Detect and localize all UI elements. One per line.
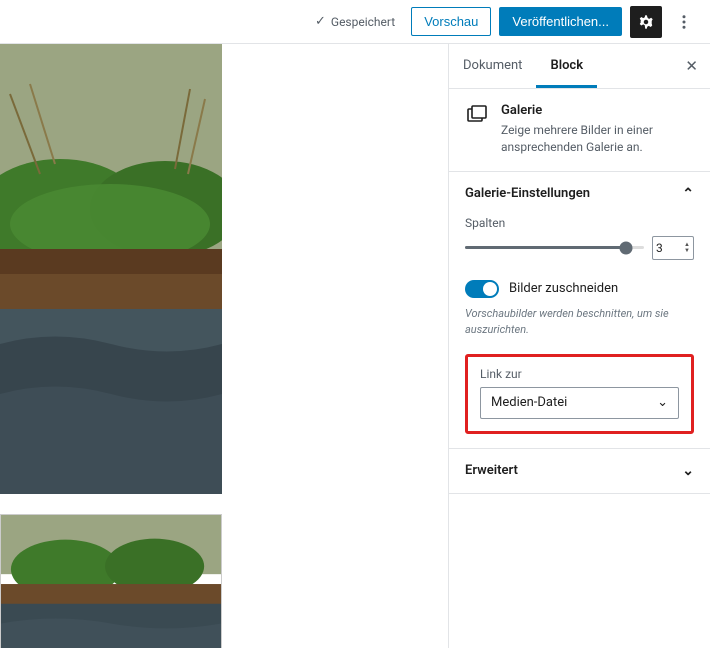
gallery-settings-panel: Galerie-Einstellungen ⌃ Spalten 3 ▲▼	[449, 172, 710, 449]
number-spinner-icon[interactable]: ▲▼	[684, 242, 690, 254]
advanced-toggle[interactable]: Erweitert ⌄	[465, 463, 694, 479]
gallery-settings-heading: Galerie-Einstellungen	[465, 186, 590, 201]
editor-topbar: ✓ Gespeichert Vorschau Veröffentlichen..…	[0, 0, 710, 44]
chevron-up-icon: ⌃	[682, 186, 694, 202]
tab-document[interactable]: Dokument	[449, 44, 536, 88]
kebab-icon	[675, 13, 693, 31]
columns-number-input[interactable]: 3 ▲▼	[652, 236, 694, 260]
gallery-image-small[interactable]	[0, 514, 222, 648]
saved-status: ✓ Gespeichert	[315, 14, 395, 29]
chevron-down-icon: ⌄	[657, 395, 668, 410]
settings-button[interactable]	[630, 6, 662, 38]
close-icon: ✕	[685, 57, 698, 75]
sidebar-tabs: Dokument Block ✕	[449, 44, 710, 89]
publish-button[interactable]: Veröffentlichen...	[499, 7, 622, 36]
close-sidebar-button[interactable]: ✕	[673, 47, 710, 85]
advanced-heading: Erweitert	[465, 463, 518, 478]
gallery-settings-toggle[interactable]: Galerie-Einstellungen ⌃	[465, 186, 694, 202]
block-description: Zeige mehrere Bilder in einer ansprechen…	[501, 122, 694, 157]
more-options-button[interactable]	[670, 6, 698, 38]
chevron-down-icon: ⌄	[682, 463, 694, 479]
crop-toggle[interactable]	[465, 280, 499, 298]
linkto-highlight: Link zur Medien-Datei ⌄	[465, 354, 694, 434]
tab-block[interactable]: Block	[536, 44, 597, 88]
gallery-image-large[interactable]	[0, 44, 222, 494]
columns-label: Spalten	[465, 216, 694, 230]
columns-slider[interactable]	[465, 246, 644, 249]
linkto-select[interactable]: Medien-Datei ⌄	[480, 387, 679, 419]
linkto-value: Medien-Datei	[491, 395, 567, 410]
crop-help-text: Vorschaubilder werden beschnitten, um si…	[465, 306, 694, 338]
settings-sidebar: Dokument Block ✕ Galerie Zeige mehrere B…	[448, 44, 710, 648]
preview-button[interactable]: Vorschau	[411, 7, 491, 36]
linkto-label: Link zur	[480, 367, 679, 381]
gallery-icon	[465, 103, 489, 127]
block-card: Galerie Zeige mehrere Bilder in einer an…	[449, 89, 710, 172]
columns-value: 3	[656, 241, 663, 255]
check-icon: ✓	[315, 14, 326, 29]
advanced-panel: Erweitert ⌄	[449, 449, 710, 494]
slider-thumb[interactable]	[620, 241, 633, 254]
crop-toggle-label: Bilder zuschneiden	[509, 281, 618, 296]
saved-label: Gespeichert	[331, 15, 395, 29]
editor-canvas[interactable]	[0, 44, 448, 648]
block-title: Galerie	[501, 103, 694, 118]
gear-icon	[637, 13, 655, 31]
